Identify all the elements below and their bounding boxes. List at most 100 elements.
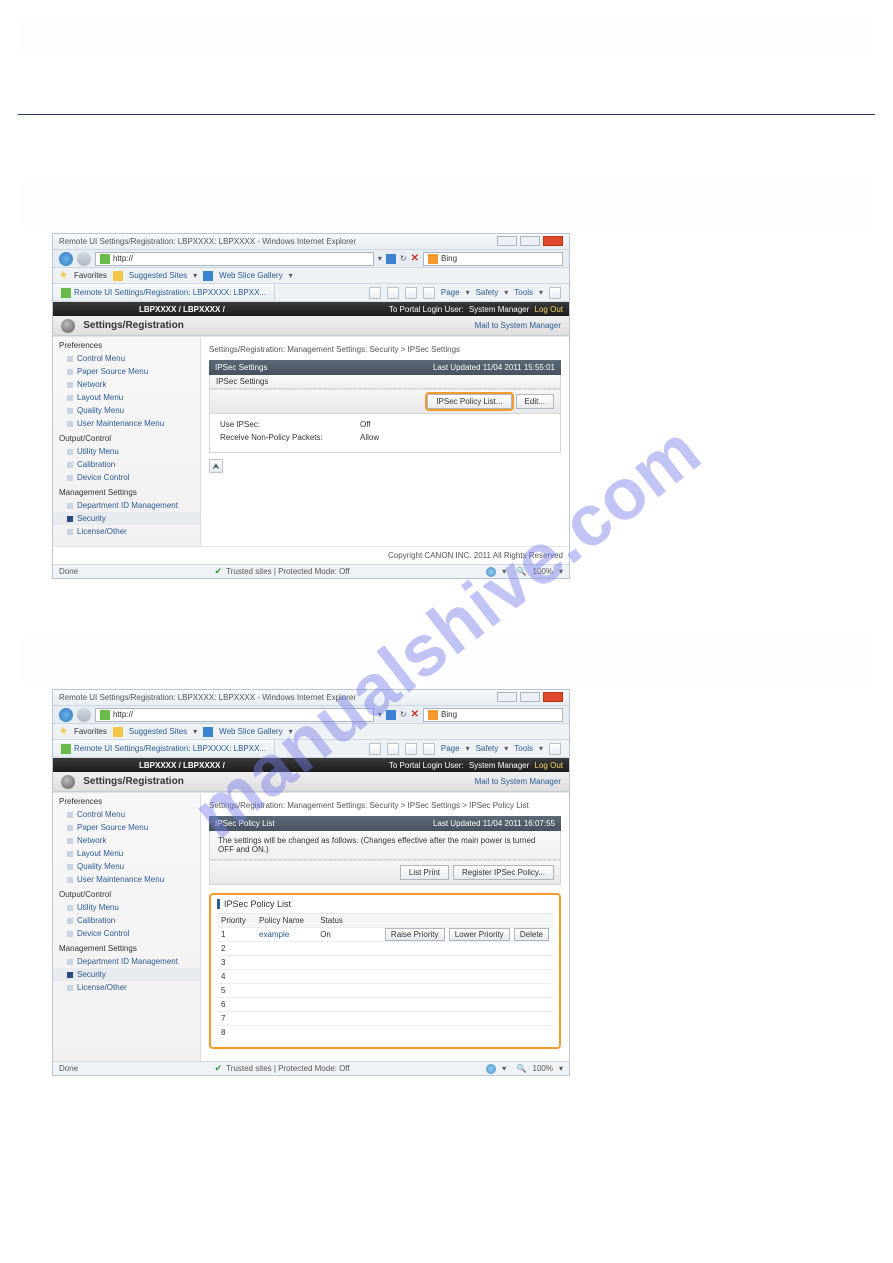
stop-icon[interactable]: ✕	[411, 254, 419, 264]
page-top-icon[interactable]: ⮝	[209, 459, 223, 473]
sidebar-item-network[interactable]: Network	[53, 378, 200, 391]
favorites-star-icon[interactable]: ★	[59, 726, 68, 737]
safety-menu[interactable]: Safety	[476, 288, 499, 297]
delete-button[interactable]: Delete	[514, 928, 549, 941]
browser-tab[interactable]: Remote UI Settings/Registration: LBPXXXX…	[53, 740, 275, 757]
url-field[interactable]: http://	[95, 252, 374, 266]
minimize-button[interactable]	[497, 692, 517, 702]
window-buttons[interactable]	[496, 692, 563, 704]
sidebar-item-license[interactable]: License/Other	[53, 981, 200, 994]
close-button[interactable]	[543, 236, 563, 246]
to-portal-link[interactable]: To Portal	[389, 305, 421, 314]
sidebar-item-security[interactable]: Security	[53, 968, 200, 981]
home-icon[interactable]	[369, 743, 381, 755]
list-print-button[interactable]: List Print	[400, 865, 449, 880]
suggested-sites[interactable]: Suggested Sites	[129, 727, 187, 736]
logout-link[interactable]: Log Out	[535, 305, 563, 314]
dropdown-icon[interactable]: ▾	[539, 744, 543, 753]
sidebar-item-layout[interactable]: Layout Menu	[53, 847, 200, 860]
minimize-button[interactable]	[497, 236, 517, 246]
dropdown-icon[interactable]: ▾	[193, 727, 197, 736]
sidebar-item-utility[interactable]: Utility Menu	[53, 445, 200, 458]
policy-link[interactable]: example	[259, 930, 289, 939]
sidebar-item-quality[interactable]: Quality Menu	[53, 404, 200, 417]
edit-button[interactable]: Edit...	[516, 394, 554, 409]
compat-icon[interactable]: ↻	[400, 710, 407, 719]
refresh-icon[interactable]	[386, 710, 396, 720]
print-icon[interactable]	[423, 743, 435, 755]
tools-menu[interactable]: Tools	[514, 288, 533, 297]
mail-link[interactable]: Mail to System Manager	[475, 777, 561, 786]
web-slice[interactable]: Web Slice Gallery	[219, 727, 282, 736]
ipsec-policy-list-button[interactable]: IPSec Policy List...	[427, 394, 511, 409]
sidebar-item-calibration[interactable]: Calibration	[53, 914, 200, 927]
lower-priority-button[interactable]: Lower Priority	[449, 928, 510, 941]
maximize-button[interactable]	[520, 692, 540, 702]
browser-tab[interactable]: Remote UI Settings/Registration: LBPXXXX…	[53, 284, 275, 301]
raise-priority-button[interactable]: Raise Priority	[385, 928, 445, 941]
url-field[interactable]: http://	[95, 708, 374, 722]
mail-link[interactable]: Mail to System Manager	[475, 321, 561, 330]
url-dropdown-icon[interactable]: ▾	[378, 710, 382, 719]
sidebar-item-control-menu[interactable]: Control Menu	[53, 808, 200, 821]
sidebar-item-paper-source[interactable]: Paper Source Menu	[53, 821, 200, 834]
logout-link[interactable]: Log Out	[535, 761, 563, 770]
zoom-level[interactable]: 100%	[533, 1064, 553, 1073]
dropdown-icon[interactable]: ▾	[539, 288, 543, 297]
sidebar-item-utility[interactable]: Utility Menu	[53, 901, 200, 914]
dropdown-icon[interactable]: ▾	[504, 288, 508, 297]
sidebar-item-network[interactable]: Network	[53, 834, 200, 847]
mail-icon[interactable]	[405, 287, 417, 299]
search-field[interactable]: Bing	[423, 708, 563, 722]
maximize-button[interactable]	[520, 236, 540, 246]
dropdown-icon[interactable]: ▾	[289, 271, 293, 280]
forward-button[interactable]	[77, 708, 91, 722]
url-dropdown-icon[interactable]: ▾	[378, 254, 382, 263]
feeds-icon[interactable]	[387, 743, 399, 755]
sidebar-item-paper-source[interactable]: Paper Source Menu	[53, 365, 200, 378]
page-menu[interactable]: Page	[441, 288, 460, 297]
back-button[interactable]	[59, 708, 73, 722]
mail-icon[interactable]	[405, 743, 417, 755]
dropdown-icon[interactable]: ▾	[193, 271, 197, 280]
help-icon[interactable]	[549, 287, 561, 299]
sidebar-item-user-maint[interactable]: User Maintenance Menu	[53, 873, 200, 886]
search-field[interactable]: Bing	[423, 252, 563, 266]
zoom-level[interactable]: 100%	[533, 567, 553, 576]
sidebar-item-layout[interactable]: Layout Menu	[53, 391, 200, 404]
sidebar-item-security[interactable]: Security	[53, 512, 200, 525]
sidebar-item-device-control[interactable]: Device Control	[53, 471, 200, 484]
refresh-icon[interactable]	[386, 254, 396, 264]
sidebar-item-user-maint[interactable]: User Maintenance Menu	[53, 417, 200, 430]
home-icon[interactable]	[369, 287, 381, 299]
sidebar-item-quality[interactable]: Quality Menu	[53, 860, 200, 873]
favorites-label[interactable]: Favorites	[74, 727, 107, 736]
sidebar-item-dept-id[interactable]: Department ID Management	[53, 499, 200, 512]
print-icon[interactable]	[423, 287, 435, 299]
back-button[interactable]	[59, 252, 73, 266]
dropdown-icon[interactable]: ▾	[466, 288, 470, 297]
help-icon[interactable]	[549, 743, 561, 755]
dropdown-icon[interactable]: ▾	[504, 744, 508, 753]
dropdown-icon[interactable]: ▾	[289, 727, 293, 736]
safety-menu[interactable]: Safety	[476, 744, 499, 753]
sidebar-item-device-control[interactable]: Device Control	[53, 927, 200, 940]
close-button[interactable]	[543, 692, 563, 702]
feeds-icon[interactable]	[387, 287, 399, 299]
sidebar-item-control-menu[interactable]: Control Menu	[53, 352, 200, 365]
tools-menu[interactable]: Tools	[514, 744, 533, 753]
window-buttons[interactable]	[496, 236, 563, 248]
to-portal-link[interactable]: To Portal	[389, 761, 421, 770]
compat-icon[interactable]: ↻	[400, 254, 407, 263]
register-policy-button[interactable]: Register IPSec Policy...	[453, 865, 554, 880]
stop-icon[interactable]: ✕	[411, 710, 419, 720]
forward-button[interactable]	[77, 252, 91, 266]
sidebar-item-calibration[interactable]: Calibration	[53, 458, 200, 471]
suggested-sites[interactable]: Suggested Sites	[129, 271, 187, 280]
dropdown-icon[interactable]: ▾	[466, 744, 470, 753]
favorites-label[interactable]: Favorites	[74, 271, 107, 280]
sidebar-item-dept-id[interactable]: Department ID Management	[53, 955, 200, 968]
favorites-star-icon[interactable]: ★	[59, 270, 68, 281]
page-menu[interactable]: Page	[441, 744, 460, 753]
web-slice[interactable]: Web Slice Gallery	[219, 271, 282, 280]
